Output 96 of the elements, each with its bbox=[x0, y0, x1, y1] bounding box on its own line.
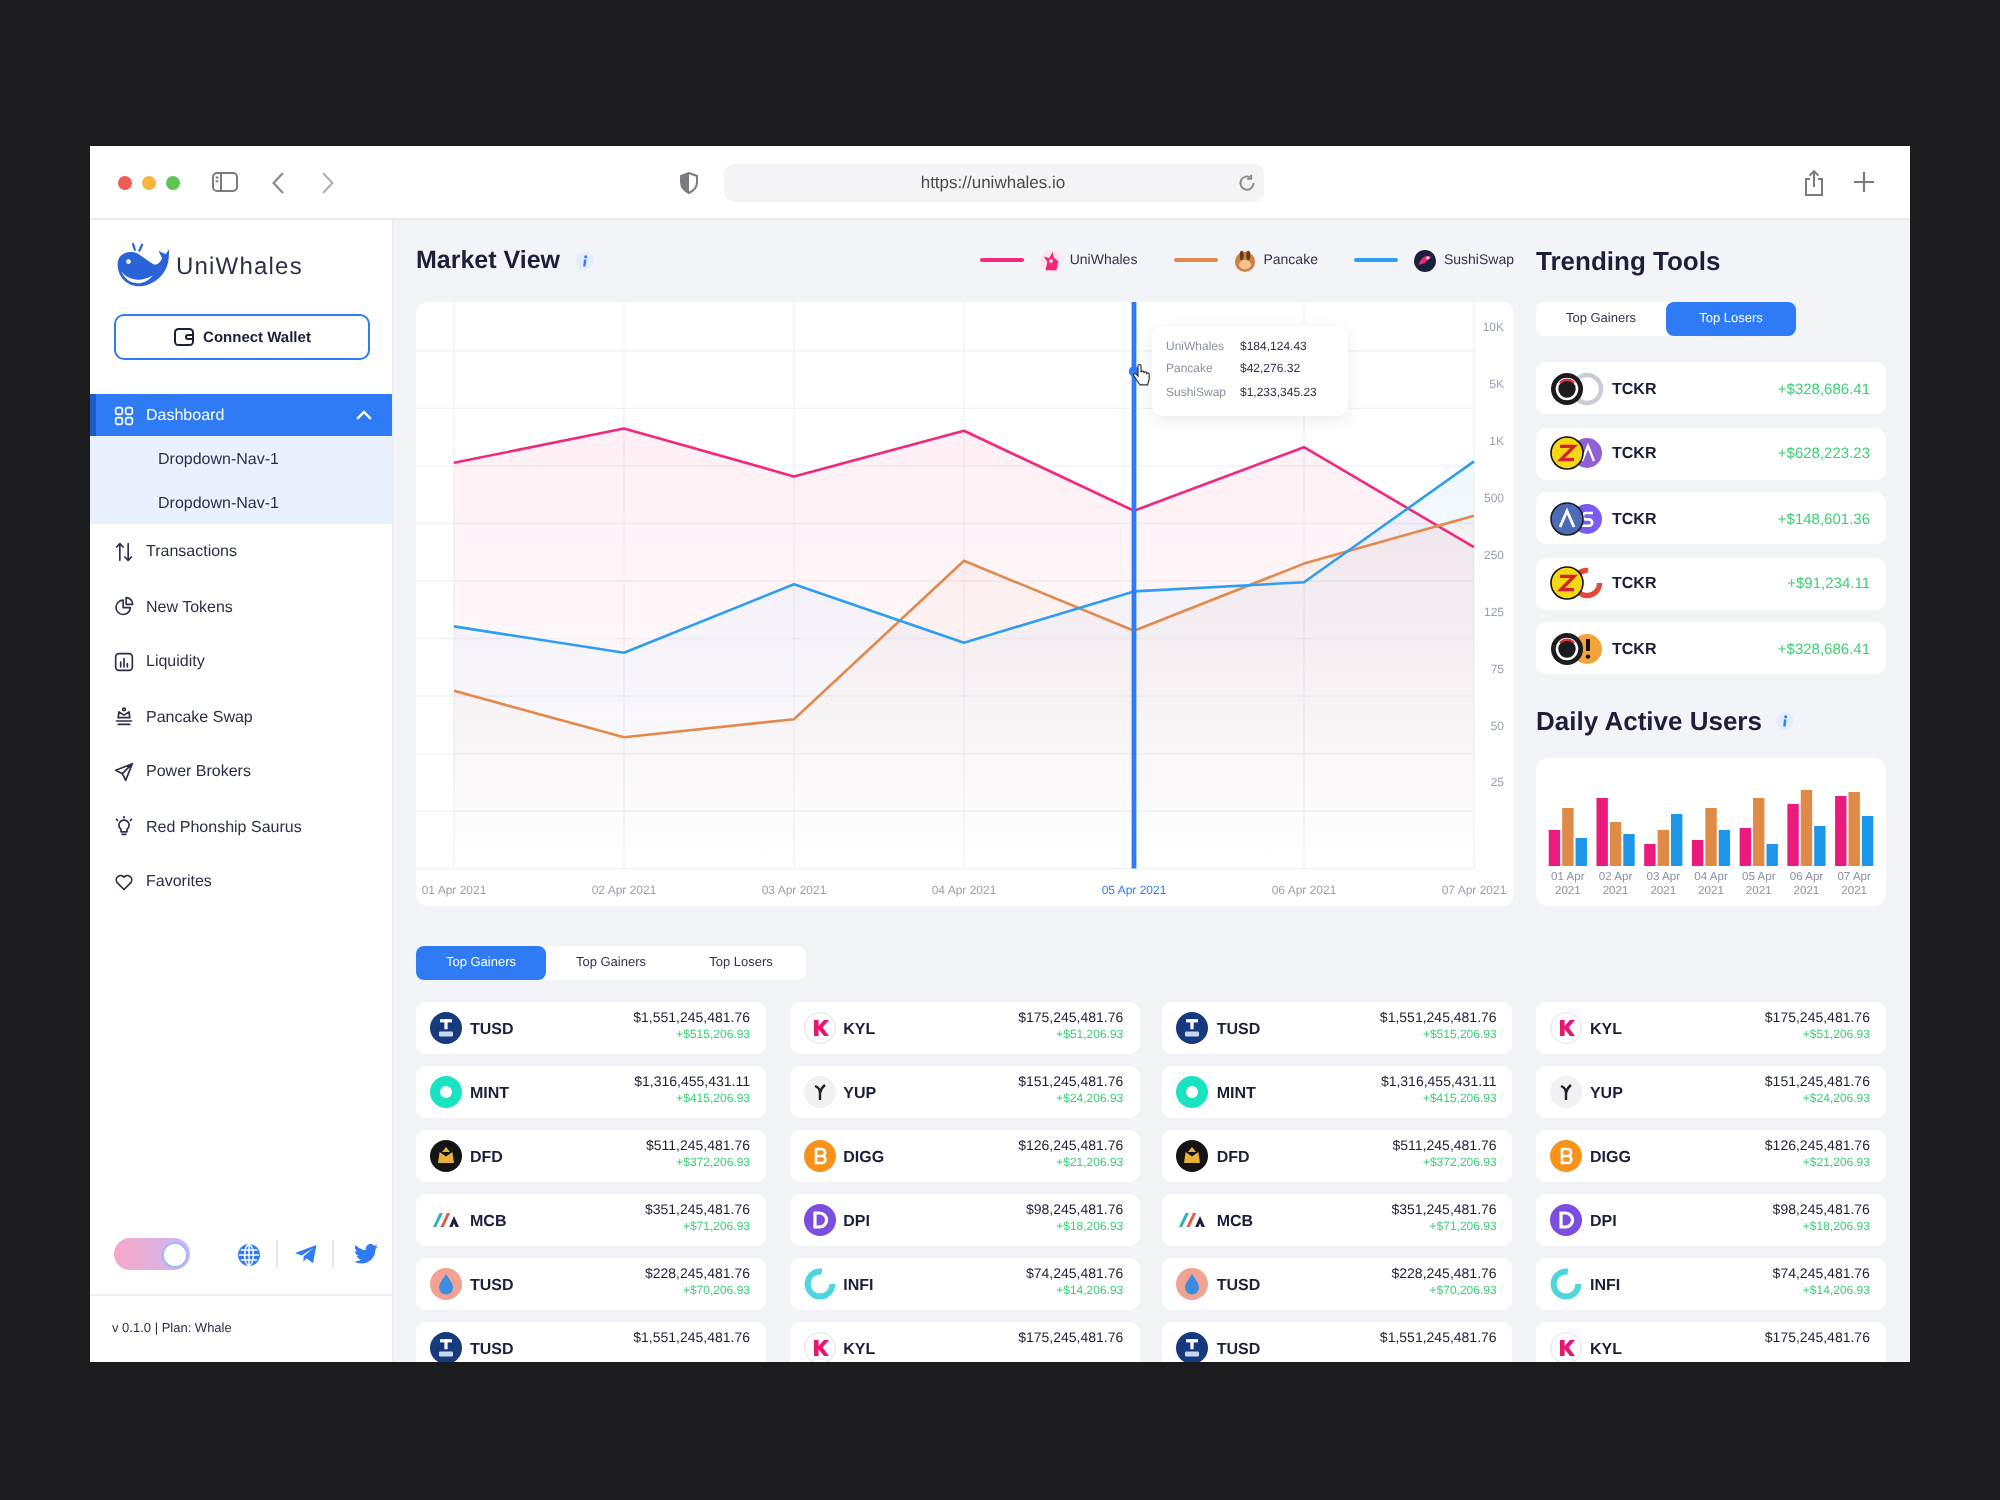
token-symbol: TUSD bbox=[1216, 1275, 1261, 1293]
token-symbol: TCKR bbox=[1612, 574, 1657, 592]
globe-icon[interactable] bbox=[238, 1243, 260, 1265]
token-logo-icon bbox=[803, 1012, 836, 1044]
token-logo-icon bbox=[430, 1268, 462, 1300]
pie-chart-icon bbox=[114, 596, 134, 617]
token-logo-icon bbox=[1176, 1268, 1209, 1300]
new-tab-icon[interactable] bbox=[1853, 172, 1873, 192]
bar-chart-icon bbox=[114, 651, 134, 672]
paper-plane-icon[interactable] bbox=[294, 1244, 318, 1264]
section-title: Daily Active Users bbox=[1536, 705, 1762, 735]
token-symbol: DPI bbox=[843, 1211, 870, 1229]
zoom-window-icon[interactable] bbox=[166, 175, 180, 189]
info-icon[interactable] bbox=[576, 251, 595, 269]
token-logo-icon bbox=[803, 1268, 836, 1300]
token-logo-icon bbox=[430, 1012, 462, 1044]
token-logo-icon bbox=[803, 1140, 836, 1172]
token-symbol: INFI bbox=[1589, 1275, 1621, 1293]
dropdown-item[interactable]: Dropdown-Nav-1 bbox=[90, 480, 392, 524]
nav-item[interactable]: Red Phonship Saurus bbox=[90, 799, 392, 854]
token-logo-icon bbox=[1176, 1012, 1209, 1044]
token-logo-icon bbox=[803, 1076, 836, 1108]
legend-logo-icon bbox=[1413, 249, 1436, 271]
theme-toggle[interactable] bbox=[114, 1238, 190, 1270]
nav-item[interactable]: Favorites bbox=[90, 854, 392, 909]
legend-logo-icon bbox=[1039, 249, 1062, 271]
token-logo-icon bbox=[1549, 1140, 1582, 1172]
token-logo-icon bbox=[430, 1076, 462, 1108]
token-pair-icon bbox=[1550, 371, 1604, 405]
dropdown-item[interactable]: Dropdown-Nav-1 bbox=[90, 436, 392, 480]
token-logo-icon bbox=[430, 1140, 462, 1172]
section-title: Trending Tools bbox=[1536, 245, 1721, 275]
section-title: Market View bbox=[416, 246, 561, 274]
chevron-up-icon[interactable] bbox=[356, 410, 372, 420]
token-symbol: YUP bbox=[1589, 1083, 1623, 1101]
token-symbol: KYL bbox=[843, 1339, 876, 1357]
paper-plane-icon bbox=[114, 761, 134, 782]
wallet-icon bbox=[173, 328, 194, 346]
token-symbol: DFD bbox=[470, 1147, 503, 1165]
back-icon[interactable] bbox=[272, 171, 284, 193]
token-pair-icon bbox=[1550, 501, 1604, 535]
token-symbol: TUSD bbox=[1216, 1019, 1261, 1037]
token-pair-icon bbox=[1550, 436, 1604, 470]
token-symbol: DPI bbox=[1589, 1211, 1617, 1229]
nav-item[interactable]: Power Brokers bbox=[90, 744, 392, 799]
forward-icon[interactable] bbox=[322, 171, 334, 193]
token-pair-icon bbox=[1550, 566, 1604, 600]
nav-item[interactable]: Liquidity bbox=[90, 634, 392, 689]
token-symbol: KYL bbox=[1589, 1339, 1622, 1357]
token-logo-icon bbox=[1549, 1012, 1582, 1044]
token-symbol: MINT bbox=[1216, 1083, 1256, 1101]
app-name: UniWhales bbox=[176, 252, 303, 280]
shield-icon[interactable] bbox=[680, 171, 698, 193]
token-logo-icon bbox=[1549, 1204, 1582, 1236]
crown-icon bbox=[114, 706, 134, 727]
token-symbol: KYL bbox=[843, 1019, 876, 1037]
bulb-icon bbox=[114, 816, 134, 837]
share-icon[interactable] bbox=[1803, 169, 1823, 195]
token-symbol: TCKR bbox=[1612, 509, 1657, 527]
token-symbol: DFD bbox=[1216, 1147, 1250, 1165]
token-symbol: TCKR bbox=[1612, 379, 1657, 397]
token-logo-icon bbox=[1549, 1076, 1582, 1108]
info-icon[interactable] bbox=[1775, 711, 1794, 729]
nav-item[interactable]: Dashboard bbox=[90, 394, 392, 436]
token-logo-icon bbox=[803, 1204, 836, 1236]
token-symbol: KYL bbox=[1589, 1019, 1622, 1037]
token-pair-icon bbox=[1550, 631, 1604, 665]
token-symbol: MCB bbox=[470, 1211, 507, 1229]
token-symbol: TUSD bbox=[470, 1339, 514, 1357]
legend-logo-icon bbox=[1233, 249, 1256, 271]
sidebar-icon[interactable] bbox=[212, 172, 238, 192]
grid-icon bbox=[114, 405, 134, 425]
whale-logo-icon bbox=[114, 241, 172, 291]
token-symbol: TUSD bbox=[470, 1275, 514, 1293]
address-bar[interactable]: https://uniwhales.io bbox=[723, 163, 1263, 201]
token-symbol: TCKR bbox=[1612, 639, 1657, 657]
nav-item[interactable]: Transactions bbox=[90, 524, 392, 579]
bird-icon[interactable] bbox=[354, 1244, 378, 1264]
nav-item[interactable]: Pancake Swap bbox=[90, 689, 392, 744]
token-symbol: TUSD bbox=[1216, 1339, 1261, 1357]
token-symbol: DIGG bbox=[1589, 1147, 1631, 1165]
token-symbol: YUP bbox=[843, 1083, 877, 1101]
token-symbol: TUSD bbox=[470, 1019, 514, 1037]
nav-item[interactable]: New Tokens bbox=[90, 579, 392, 634]
token-logo-icon bbox=[1176, 1076, 1209, 1108]
up-down-arrows-icon bbox=[114, 541, 134, 562]
token-symbol: INFI bbox=[843, 1275, 874, 1293]
token-symbol: MCB bbox=[1216, 1211, 1254, 1229]
reload-icon[interactable] bbox=[1237, 173, 1255, 191]
token-symbol: MINT bbox=[470, 1083, 510, 1101]
token-symbol: TCKR bbox=[1612, 444, 1657, 462]
token-logo-icon bbox=[1549, 1268, 1582, 1300]
token-symbol: DIGG bbox=[843, 1147, 885, 1165]
close-window-icon[interactable] bbox=[118, 175, 132, 189]
heart-icon bbox=[114, 871, 134, 892]
token-logo-icon bbox=[1176, 1140, 1209, 1172]
